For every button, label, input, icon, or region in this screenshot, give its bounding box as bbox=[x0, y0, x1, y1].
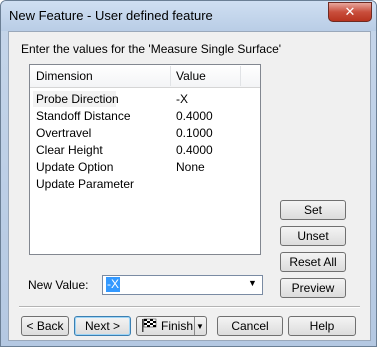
next-button[interactable]: Next > bbox=[74, 316, 131, 336]
unset-button[interactable]: Unset bbox=[280, 226, 346, 246]
finish-label: Finish bbox=[161, 319, 194, 333]
cancel-button[interactable]: Cancel bbox=[217, 316, 283, 336]
table-row[interactable]: Update Parameter bbox=[30, 176, 260, 193]
title-bar[interactable]: New Feature - User defined feature ✕ bbox=[1, 1, 376, 31]
dialog-body: Enter the values for the 'Measure Single… bbox=[8, 31, 371, 341]
new-value-combobox[interactable]: -X ▼ bbox=[102, 275, 263, 295]
set-button[interactable]: Set bbox=[280, 200, 346, 220]
finish-split-button[interactable]: Finish ▼ bbox=[136, 316, 207, 336]
checkered-flag-icon bbox=[142, 318, 157, 332]
separator bbox=[19, 306, 360, 308]
new-value-text: -X bbox=[106, 277, 120, 292]
value-cell: 0.4000 bbox=[176, 143, 213, 157]
dimension-cell: Clear Height bbox=[36, 143, 103, 157]
value-cell: None bbox=[176, 160, 205, 174]
table-header: Dimension Value bbox=[30, 65, 260, 88]
back-button[interactable]: < Back bbox=[21, 316, 69, 336]
finish-dropdown-arrow-icon[interactable]: ▼ bbox=[194, 317, 205, 335]
value-cell: 0.4000 bbox=[176, 109, 213, 123]
preview-button[interactable]: Preview bbox=[280, 278, 346, 298]
value-cell: 0.1000 bbox=[176, 126, 213, 140]
dropdown-arrow-icon[interactable]: ▼ bbox=[248, 278, 257, 288]
dimension-cell: Update Parameter bbox=[36, 177, 135, 191]
column-divider[interactable] bbox=[170, 66, 171, 86]
reset-all-button[interactable]: Reset All bbox=[280, 252, 346, 272]
column-header-dimension[interactable]: Dimension bbox=[36, 69, 93, 83]
column-header-value[interactable]: Value bbox=[176, 69, 206, 83]
dimension-cell: Overtravel bbox=[36, 126, 92, 140]
help-button[interactable]: Help bbox=[288, 316, 356, 336]
dimension-cell: Standoff Distance bbox=[36, 109, 131, 123]
table-row[interactable]: Clear Height 0.4000 bbox=[30, 142, 260, 159]
new-value-label: New Value: bbox=[28, 278, 89, 292]
dialog-window: New Feature - User defined feature ✕ Ent… bbox=[0, 0, 377, 347]
dimension-table: Dimension Value Probe Direction -X Stand… bbox=[29, 64, 261, 255]
table-row[interactable]: Probe Direction -X bbox=[30, 91, 260, 108]
close-button[interactable]: ✕ bbox=[328, 2, 372, 22]
close-icon: ✕ bbox=[344, 4, 356, 19]
dimension-cell: Probe Direction bbox=[36, 92, 119, 106]
column-divider[interactable] bbox=[240, 66, 241, 86]
instruction-text: Enter the values for the 'Measure Single… bbox=[21, 42, 282, 56]
table-row[interactable]: Standoff Distance 0.4000 bbox=[30, 108, 260, 125]
dimension-cell: Update Option bbox=[36, 160, 114, 174]
value-cell: -X bbox=[176, 92, 188, 106]
table-row[interactable]: Update Option None bbox=[30, 159, 260, 176]
window-title: New Feature - User defined feature bbox=[9, 8, 213, 23]
table-row[interactable]: Overtravel 0.1000 bbox=[30, 125, 260, 142]
